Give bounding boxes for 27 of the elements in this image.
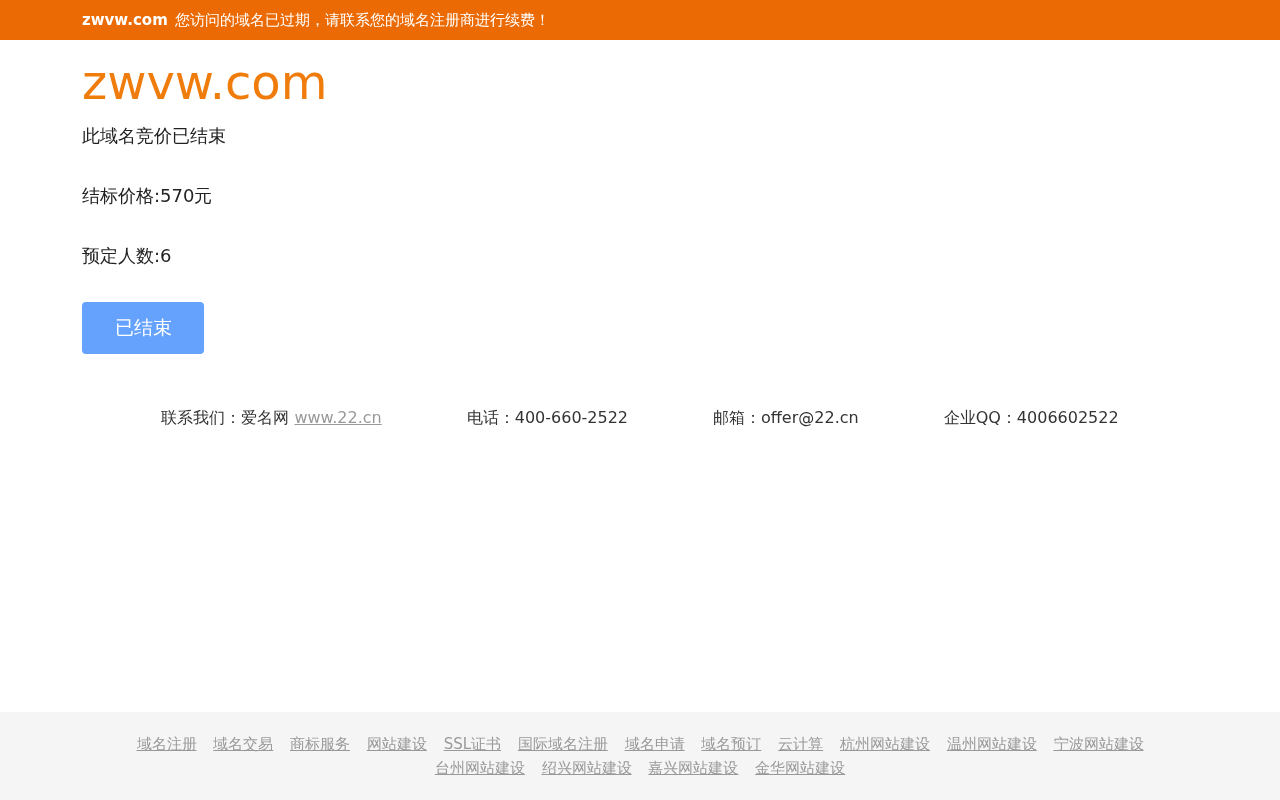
footer-link[interactable]: 域名注册 [136,735,197,753]
contact-label: 联系我们：爱名网 [161,408,290,427]
reservation-count: 预定人数:6 [82,244,173,268]
notice-domain: zwvw.com [82,11,168,29]
footer-link[interactable]: 台州网站建设 [434,759,525,777]
footer-link[interactable]: 网站建设 [366,735,427,753]
footer-link[interactable]: 绍兴网站建设 [541,759,632,777]
footer-link[interactable]: 云计算 [778,735,824,753]
footer-link[interactable]: 金华网站建设 [755,759,846,777]
footer-link[interactable]: 商标服务 [290,735,351,753]
footer-link[interactable]: 域名预订 [701,735,762,753]
footer-link[interactable]: 域名申请 [624,735,685,753]
footer-link[interactable]: 温州网站建设 [946,735,1037,753]
status-text: 此域名竞价已结束 [82,124,227,148]
footer-link[interactable]: 国际域名注册 [517,735,608,753]
footer-link[interactable]: 嘉兴网站建设 [648,759,739,777]
notice-message: 您访问的域名已过期，请联系您的域名注册商进行续费！ [174,10,550,30]
phone-text: 电话：400-660-2522 [466,408,629,429]
footer-link[interactable]: SSL证书 [443,735,502,753]
footer-link[interactable]: 域名交易 [213,735,274,753]
final-price: 结标价格:570元 [82,184,214,208]
contact-link[interactable]: www.22.cn [294,408,382,427]
email-text: 邮箱：offer@22.cn [713,408,859,429]
domain-title: zwvw.com [82,58,328,106]
qq-text: 企业QQ：4006602522 [943,408,1119,429]
footer-link[interactable]: 杭州网站建设 [839,735,930,753]
footer-link[interactable]: 宁波网站建设 [1053,735,1144,753]
